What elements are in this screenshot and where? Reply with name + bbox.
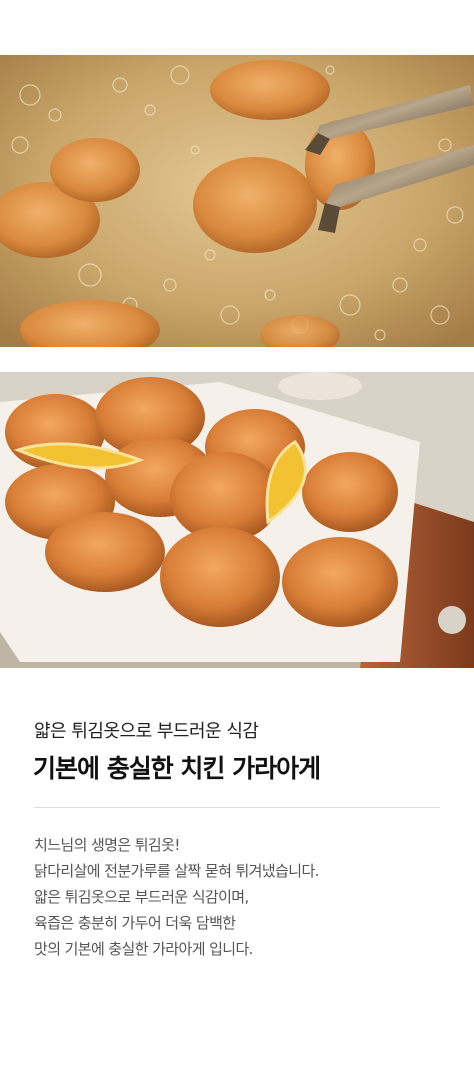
description-line: 맛의 기본에 충실한 가라아게 입니다. bbox=[34, 940, 253, 958]
page-title: 기본에 충실한 치킨 가라아게 bbox=[33, 754, 321, 783]
chicken-piece bbox=[160, 527, 280, 627]
chicken-piece bbox=[210, 60, 330, 120]
chicken-piece bbox=[50, 138, 140, 202]
chicken-piece bbox=[302, 452, 398, 532]
subtitle: 얇은 튀김옷으로 부드러운 식감 bbox=[34, 721, 259, 742]
chicken-piece bbox=[282, 537, 398, 627]
board-hole bbox=[438, 606, 466, 634]
description-line: 치느님의 생명은 튀김옷! bbox=[34, 836, 180, 854]
chicken-piece bbox=[193, 157, 317, 253]
plated-chicken-illustration bbox=[0, 372, 474, 668]
frying-chicken-illustration bbox=[0, 55, 474, 347]
description-line: 육즙은 충분히 가두어 더욱 담백한 bbox=[34, 914, 236, 932]
description-line: 얇은 튀김옷으로 부드러운 식감이며, bbox=[34, 888, 249, 906]
description-text: 치느님의 생명은 튀김옷! 닭다리살에 전분가루를 살짝 묻혀 튀겨냈습니다. … bbox=[34, 832, 444, 962]
plated-chicken-photo bbox=[0, 372, 474, 668]
chicken-piece bbox=[45, 512, 165, 592]
description-line: 닭다리살에 전분가루를 살짝 묻혀 튀겨냈습니다. bbox=[34, 862, 319, 880]
dip-cup bbox=[278, 372, 362, 400]
divider bbox=[34, 807, 440, 808]
frying-chicken-photo bbox=[0, 55, 474, 347]
